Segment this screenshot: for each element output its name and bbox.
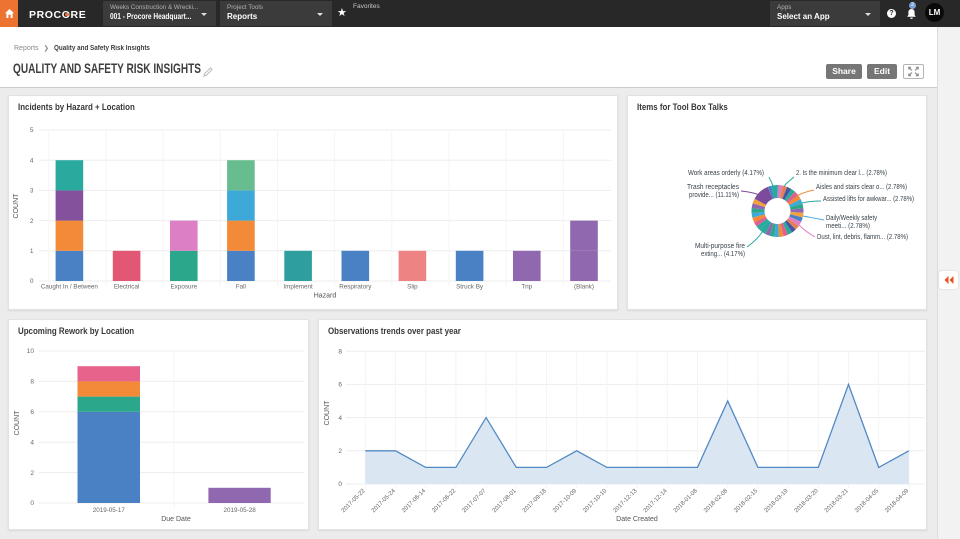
svg-text:2017-05-22: 2017-05-22 (341, 488, 367, 514)
svg-text:Struck By: Struck By (456, 284, 484, 291)
svg-text:COUNT: COUNT (13, 193, 20, 219)
svg-text:4: 4 (30, 439, 34, 446)
svg-text:2018-03-19: 2018-03-19 (764, 488, 790, 514)
svg-text:Fall: Fall (236, 284, 246, 291)
svg-text:4: 4 (30, 157, 34, 164)
svg-text:exting... (4.17%): exting... (4.17%) (701, 251, 745, 258)
svg-text:2017-05-24: 2017-05-24 (371, 488, 397, 514)
svg-text:Slip: Slip (407, 284, 418, 291)
svg-text:0: 0 (30, 500, 34, 507)
svg-text:5: 5 (30, 127, 34, 134)
svg-text:2017-07-07: 2017-07-07 (462, 488, 488, 514)
svg-text:Trash receptacles: Trash receptacles (687, 184, 739, 191)
svg-text:2017-09-18: 2017-09-18 (522, 488, 548, 514)
svg-text:4: 4 (338, 415, 342, 422)
svg-text:2018-01-08: 2018-01-08 (673, 488, 699, 514)
svg-text:Assisted lifts for awkwar... (: Assisted lifts for awkwar... (2.78%) (823, 196, 914, 203)
svg-text:2. Is the minimum clear l... (: 2. Is the minimum clear l... (2.78%) (796, 170, 887, 177)
svg-text:COUNT: COUNT (14, 410, 21, 436)
svg-text:Aisles and stairs clear o... (: Aisles and stairs clear o... (2.78%) (816, 184, 907, 191)
svg-text:Daily/Weekly safety: Daily/Weekly safety (826, 215, 877, 222)
svg-text:Work areas orderly (4.17%): Work areas orderly (4.17%) (688, 170, 764, 177)
svg-text:2: 2 (338, 448, 342, 455)
svg-text:2017-10-10: 2017-10-10 (582, 488, 608, 514)
svg-text:2017-06-22: 2017-06-22 (431, 488, 457, 514)
svg-text:2017-12-13: 2017-12-13 (613, 488, 639, 514)
svg-text:2017-12-14: 2017-12-14 (643, 488, 669, 514)
svg-text:meeti... (2.78%): meeti... (2.78%) (826, 223, 870, 230)
svg-text:Trip: Trip (521, 284, 532, 291)
svg-text:3: 3 (30, 188, 34, 195)
svg-text:2: 2 (30, 218, 34, 225)
svg-text:provide... (11.11%): provide... (11.11%) (689, 192, 739, 199)
svg-text:2018-02-15: 2018-02-15 (733, 488, 759, 514)
svg-text:Dust, lint, debris, flamm... (: Dust, lint, debris, flamm... (2.78%) (817, 234, 908, 241)
svg-text:2: 2 (30, 470, 34, 477)
svg-text:Multi-purpose fire: Multi-purpose fire (695, 243, 745, 250)
svg-text:8: 8 (30, 379, 34, 386)
svg-text:Electrical: Electrical (114, 284, 140, 291)
svg-text:0: 0 (30, 278, 34, 285)
svg-text:6: 6 (338, 382, 342, 389)
svg-text:10: 10 (27, 348, 35, 355)
svg-text:2019-05-28: 2019-05-28 (223, 507, 256, 514)
svg-text:0: 0 (338, 481, 342, 488)
svg-text:2018-04-09: 2018-04-09 (884, 488, 910, 514)
svg-text:2017-10-09: 2017-10-09 (552, 488, 578, 514)
svg-text:Hazard: Hazard (314, 293, 337, 300)
svg-text:1: 1 (30, 248, 34, 255)
svg-text:Date Created: Date Created (616, 516, 658, 523)
svg-text:2018-04-05: 2018-04-05 (854, 488, 880, 514)
svg-text:Respiratory: Respiratory (339, 284, 372, 291)
svg-text:2018-03-20: 2018-03-20 (794, 488, 820, 514)
svg-text:8: 8 (338, 348, 342, 355)
svg-text:2017-06-14: 2017-06-14 (401, 488, 427, 514)
svg-text:2019-05-17: 2019-05-17 (93, 507, 126, 514)
svg-text:6: 6 (30, 409, 34, 416)
svg-text:COUNT: COUNT (324, 400, 331, 426)
svg-text:Implement: Implement (283, 284, 313, 291)
svg-text:Caught In / Between: Caught In / Between (41, 284, 99, 291)
svg-text:Exposure: Exposure (170, 284, 197, 291)
svg-text:2018-02-08: 2018-02-08 (703, 488, 729, 514)
svg-text:2017-08-01: 2017-08-01 (492, 488, 518, 514)
svg-text:2018-03-21: 2018-03-21 (824, 488, 850, 514)
svg-text:Due Date: Due Date (161, 516, 191, 523)
svg-text:(Blank): (Blank) (574, 284, 594, 291)
